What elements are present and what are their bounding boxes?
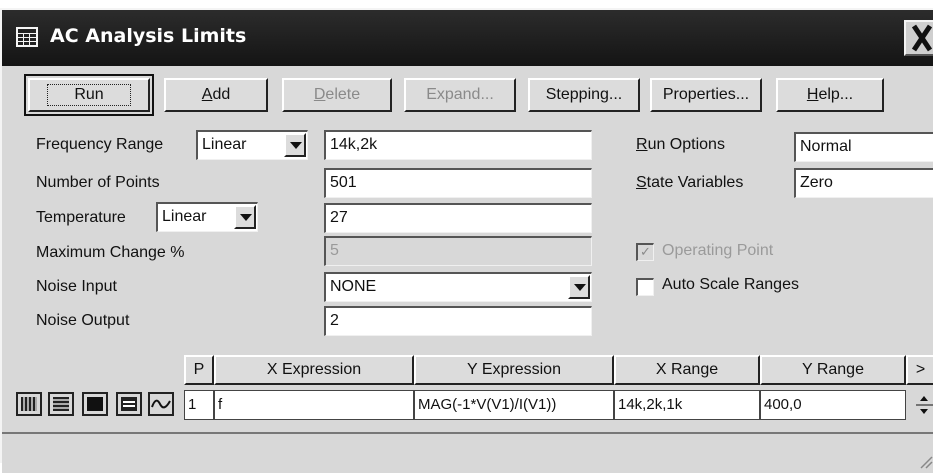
run-options-select[interactable]: Normal bbox=[794, 132, 933, 162]
column-header-y-range[interactable]: Y Range bbox=[760, 355, 906, 385]
add-button[interactable]: Add bbox=[164, 78, 268, 112]
cell-y-range[interactable]: 400,0 bbox=[760, 390, 906, 420]
chevron-down-icon[interactable] bbox=[568, 275, 590, 299]
number-of-points-input[interactable]: 501 bbox=[324, 168, 592, 198]
run-options-label-text: un Options bbox=[647, 136, 725, 153]
ac-analysis-limits-window: AC Analysis Limits Run Add Delete Expand… bbox=[0, 8, 933, 473]
frequency-range-label: Frequency Range bbox=[36, 136, 164, 153]
noise-input-value: NONE bbox=[330, 278, 377, 295]
temperature-mode-value: Linear bbox=[162, 208, 207, 225]
close-button[interactable] bbox=[904, 20, 933, 56]
resize-grip-icon[interactable] bbox=[919, 455, 933, 469]
chevron-down-icon[interactable] bbox=[284, 133, 306, 157]
delete-label: elete bbox=[325, 86, 361, 103]
column-header-y-expression[interactable]: Y Expression bbox=[414, 355, 614, 385]
expand-button[interactable]: Expand... bbox=[404, 78, 516, 112]
grid-style-3-icon[interactable] bbox=[82, 392, 108, 416]
grid-style-1-icon[interactable] bbox=[16, 392, 42, 416]
noise-output-label: Noise Output bbox=[36, 312, 130, 329]
chevron-down-icon[interactable] bbox=[234, 205, 256, 229]
state-variables-label-text: tate Variables bbox=[646, 174, 744, 191]
temperature-mode-dropdown[interactable]: Linear bbox=[156, 202, 258, 232]
run-button-label: Run bbox=[47, 84, 131, 106]
state-variables-label: State Variables bbox=[636, 174, 743, 192]
help-mnemonic: H bbox=[806, 86, 819, 103]
operating-point-checkbox[interactable]: ✓ bbox=[636, 243, 654, 261]
close-icon bbox=[911, 24, 933, 52]
noise-output-input[interactable]: 2 bbox=[324, 306, 592, 336]
stepping-button[interactable]: Stepping... bbox=[528, 78, 640, 112]
run-button[interactable]: Run bbox=[24, 74, 154, 116]
auto-scale-ranges-checkbox[interactable] bbox=[636, 278, 654, 296]
column-header-x-expression[interactable]: X Expression bbox=[214, 355, 414, 385]
cell-y-expression[interactable]: MAG(-1*V(V1)/I(V1)) bbox=[414, 390, 614, 420]
column-header-p[interactable]: P bbox=[184, 355, 214, 385]
auto-scale-ranges-label: Auto Scale Ranges bbox=[662, 276, 799, 293]
state-variables-mnemonic: S bbox=[636, 174, 647, 191]
frequency-range-mode-dropdown[interactable]: Linear bbox=[196, 130, 308, 160]
title-bar[interactable]: AC Analysis Limits bbox=[2, 10, 933, 66]
spinner-arrows-icon bbox=[916, 396, 933, 414]
grid-style-2-icon[interactable] bbox=[48, 392, 74, 416]
add-label: dd bbox=[212, 86, 231, 103]
number-of-points-label: Number of Points bbox=[36, 174, 160, 191]
maximum-change-label: Maximum Change % bbox=[36, 244, 185, 261]
operating-point-label: Operating Point bbox=[662, 242, 774, 259]
cell-x-expression[interactable]: f bbox=[214, 390, 414, 420]
row-spinner[interactable] bbox=[912, 390, 933, 420]
cell-x-range[interactable]: 14k,2k,1k bbox=[614, 390, 760, 420]
window-icon bbox=[16, 27, 38, 47]
delete-mnemonic: D bbox=[313, 86, 326, 103]
delete-button[interactable]: Delete bbox=[282, 78, 392, 112]
run-options-mnemonic: R bbox=[636, 136, 648, 153]
help-label: elp... bbox=[818, 86, 854, 103]
window-title: AC Analysis Limits bbox=[50, 25, 247, 47]
frequency-range-mode-value: Linear bbox=[202, 136, 247, 153]
noise-input-label: Noise Input bbox=[36, 278, 117, 295]
noise-input-dropdown[interactable]: NONE bbox=[324, 272, 592, 302]
temperature-input[interactable]: 27 bbox=[324, 203, 592, 233]
properties-button[interactable]: Properties... bbox=[650, 78, 762, 112]
plot-icon[interactable] bbox=[148, 392, 174, 416]
column-header-more[interactable]: > bbox=[906, 355, 933, 385]
status-bar bbox=[2, 432, 933, 473]
column-header-x-range[interactable]: X Range bbox=[614, 355, 760, 385]
cell-p[interactable]: 1 bbox=[184, 390, 214, 420]
maximum-change-input[interactable]: 5 bbox=[324, 236, 592, 266]
help-button[interactable]: Help... bbox=[776, 78, 884, 112]
state-variables-select[interactable]: Zero bbox=[794, 168, 933, 198]
temperature-label: Temperature bbox=[36, 209, 126, 226]
run-options-label: Run Options bbox=[636, 136, 725, 154]
add-mnemonic: A bbox=[201, 86, 213, 103]
frequency-range-input[interactable]: 14k,2k bbox=[324, 130, 592, 160]
grid-style-4-icon[interactable] bbox=[116, 392, 142, 416]
